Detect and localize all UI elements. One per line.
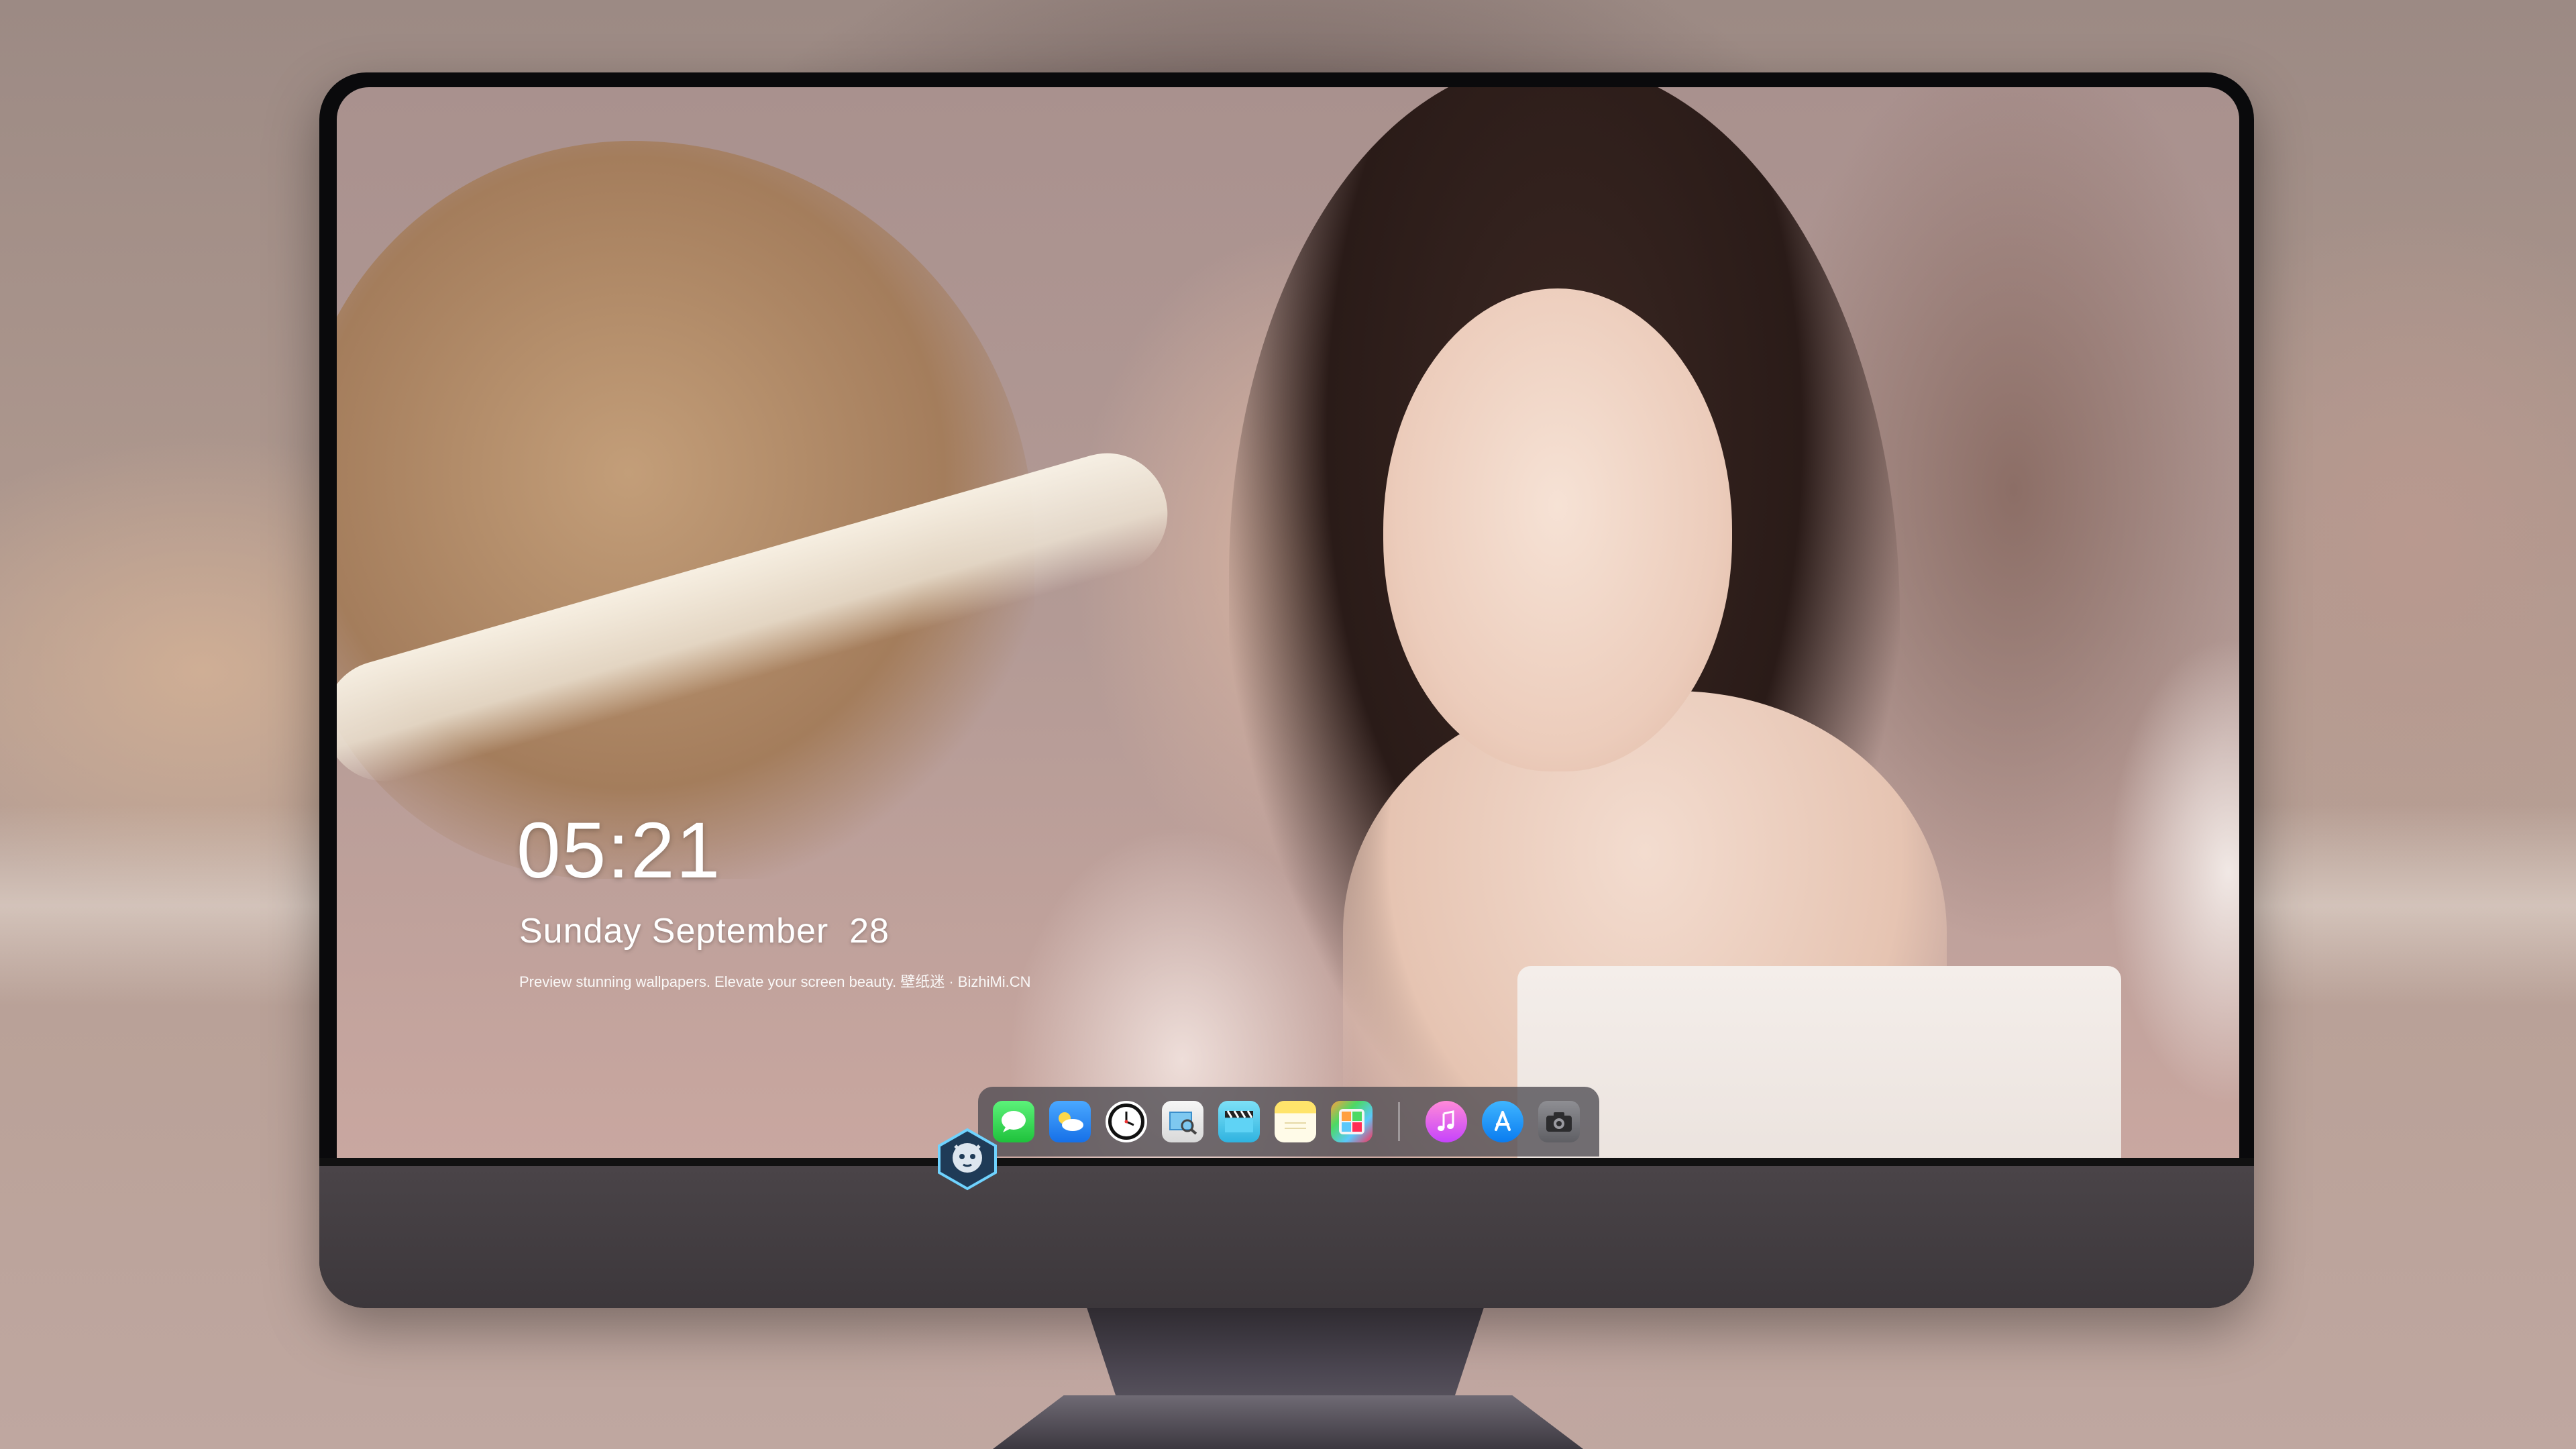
monitor-chin xyxy=(319,1166,2254,1308)
desktop-screen: 05:21 Sunday September 28 Preview stunni… xyxy=(337,87,2239,1158)
wallpaper-lace-sleeve xyxy=(2108,637,2239,1107)
preview-icon[interactable] xyxy=(1162,1101,1203,1142)
wallpaper-face xyxy=(1383,288,1732,771)
dock-separator xyxy=(1398,1102,1400,1141)
monitor: 05:21 Sunday September 28 Preview stunni… xyxy=(319,72,2254,1308)
wallpaper-dress xyxy=(1517,966,2121,1158)
monitor-stand-base xyxy=(993,1395,1583,1449)
camera-icon[interactable] xyxy=(1538,1101,1580,1142)
app-store-icon[interactable] xyxy=(1482,1101,1523,1142)
monitor-stand xyxy=(1087,1308,1484,1409)
clock-icon[interactable] xyxy=(1106,1101,1147,1142)
music-icon[interactable] xyxy=(1426,1101,1467,1142)
photos-icon[interactable] xyxy=(1331,1101,1373,1142)
clips-icon[interactable] xyxy=(1218,1101,1260,1142)
lock-screen-time: 05:21 xyxy=(517,806,722,895)
dock xyxy=(978,1087,1599,1157)
weather-icon[interactable] xyxy=(1049,1101,1091,1142)
brand-logo xyxy=(938,1128,997,1191)
lock-screen-date: Sunday September 28 xyxy=(519,912,890,951)
notes-icon[interactable] xyxy=(1275,1101,1316,1142)
wallpaper-caption: Preview stunning wallpapers. Elevate you… xyxy=(519,973,1031,990)
